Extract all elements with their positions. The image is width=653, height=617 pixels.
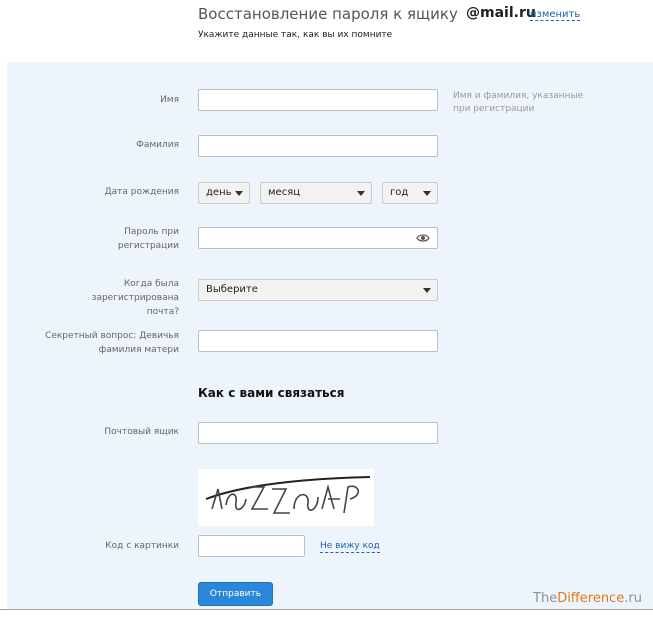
submit-button[interactable]: Отправить [198, 582, 273, 606]
secret-question-label: Секретный вопрос: Девичья фамилия матери [45, 331, 179, 355]
secret-answer-input[interactable] [198, 330, 438, 352]
site-watermark: TheDifference.ru [533, 591, 642, 606]
last-name-label: Фамилия [136, 140, 179, 150]
page-subtitle: Укажите данные так, как вы их помните [198, 30, 393, 40]
last-name-input[interactable] [198, 135, 438, 157]
birth-day-value: день [206, 187, 232, 198]
page-header: Восстановление пароля к ящику @mail.ru и… [0, 0, 653, 62]
registration-time-value: Выберите [206, 284, 258, 295]
eye-icon[interactable] [416, 233, 430, 243]
birth-year-select[interactable]: год [382, 182, 438, 204]
contact-section-title: Как с вами связаться [198, 386, 345, 400]
contact-email-label: Почтовый ящик [104, 427, 179, 437]
mail-domain: @mail.ru [466, 5, 536, 21]
page-title: Восстановление пароля к ящику [198, 5, 458, 23]
caret-down-icon [357, 191, 365, 196]
contact-email-input[interactable] [198, 422, 438, 444]
watermark-ru: .ru [624, 591, 642, 606]
birth-month-select[interactable]: месяц [260, 182, 372, 204]
watermark-difference: Difference [557, 591, 625, 606]
birth-month-value: месяц [268, 187, 301, 198]
captcha-image [198, 469, 374, 526]
password-label: Пароль при регистрации [117, 227, 179, 251]
first-name-label: Имя [160, 95, 179, 105]
first-name-input[interactable] [198, 89, 438, 111]
caret-down-icon [235, 191, 243, 196]
birth-year-value: год [390, 187, 409, 198]
caret-down-icon [423, 191, 431, 196]
birth-day-select[interactable]: день [198, 182, 250, 204]
captcha-code-label: Код с картинки [105, 541, 179, 551]
name-hint: Имя и фамилия, указанные при регистрации [453, 91, 584, 114]
registration-time-select[interactable]: Выберите [198, 279, 438, 301]
captcha-code-input[interactable] [198, 535, 305, 557]
captcha-drawing [205, 476, 371, 514]
registration-time-label: Когда была зарегистрирована почта? [91, 279, 179, 317]
birth-date-label: Дата рождения [104, 187, 179, 197]
change-domain-link[interactable]: изменить [530, 9, 581, 21]
password-input[interactable] [198, 227, 438, 249]
not-see-code-link[interactable]: Не вижу код [320, 541, 380, 553]
watermark-the: The [533, 591, 558, 606]
caret-down-icon [423, 288, 431, 293]
bottom-divider [0, 609, 653, 610]
